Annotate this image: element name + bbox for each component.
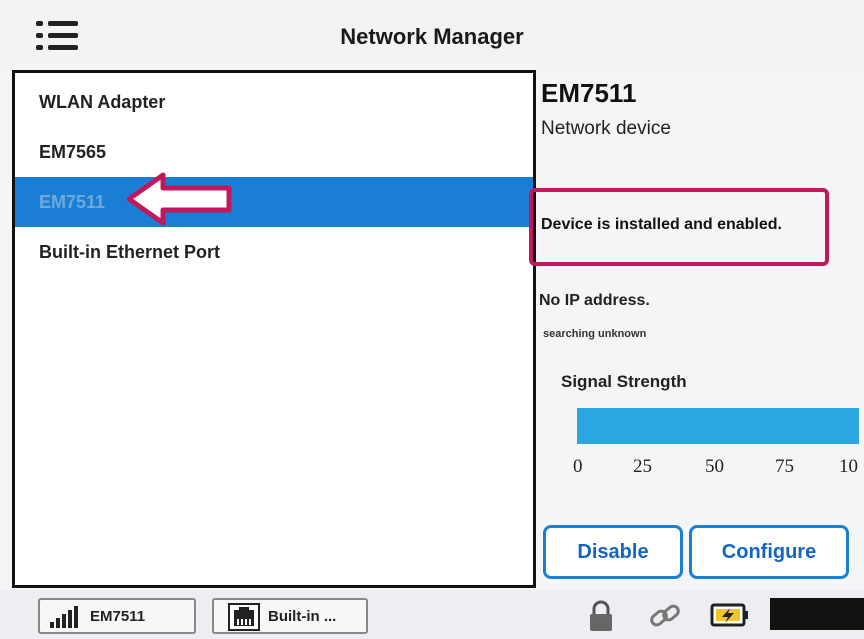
list-item-em7511[interactable]: EM7511 bbox=[15, 177, 533, 227]
signal-tick: 75 bbox=[775, 456, 794, 477]
taskbar-item-built-in[interactable]: Built-in ... bbox=[212, 598, 368, 634]
taskbar-item-label: Built-in ... bbox=[268, 608, 337, 625]
list-item-em7565[interactable]: EM7565 bbox=[15, 127, 533, 177]
taskbar: EM7511 Built-in ... bbox=[0, 590, 864, 639]
device-detail-panel: EM7511 Network device Device is installe… bbox=[529, 70, 864, 600]
battery-charging-icon[interactable] bbox=[710, 600, 750, 630]
list-item-wlan-adapter[interactable]: WLAN Adapter bbox=[15, 77, 533, 127]
ip-address-status: No IP address. bbox=[539, 292, 650, 309]
device-type: Network device bbox=[541, 118, 671, 139]
signal-bars-icon bbox=[50, 606, 78, 628]
page-title: Network Manager bbox=[340, 24, 524, 49]
clock-area bbox=[770, 598, 864, 630]
configure-button[interactable]: Configure bbox=[689, 525, 849, 579]
device-name: EM7511 bbox=[541, 78, 637, 108]
link-icon[interactable] bbox=[648, 600, 682, 632]
taskbar-item-em7511[interactable]: EM7511 bbox=[38, 598, 196, 634]
disable-button[interactable]: Disable bbox=[543, 525, 683, 579]
signal-tick: 10 bbox=[839, 456, 858, 477]
device-list: WLAN Adapter EM7565 EM7511 Built-in Ethe… bbox=[12, 70, 536, 588]
signal-strength-fill bbox=[577, 408, 859, 444]
signal-tick: 25 bbox=[633, 456, 652, 477]
device-status: Device is installed and enabled. bbox=[541, 216, 782, 233]
search-status: searching unknown bbox=[543, 328, 647, 340]
signal-tick: 50 bbox=[705, 456, 724, 477]
title-bar: Network Manager bbox=[0, 0, 864, 70]
signal-strength-label: Signal Strength bbox=[561, 372, 687, 391]
ethernet-port-icon bbox=[228, 603, 260, 631]
signal-strength-bar bbox=[577, 408, 859, 444]
taskbar-item-label: EM7511 bbox=[90, 608, 146, 625]
signal-tick: 0 bbox=[573, 456, 583, 477]
list-item-built-in-ethernet[interactable]: Built-in Ethernet Port bbox=[15, 227, 533, 277]
lock-icon[interactable] bbox=[588, 600, 614, 632]
